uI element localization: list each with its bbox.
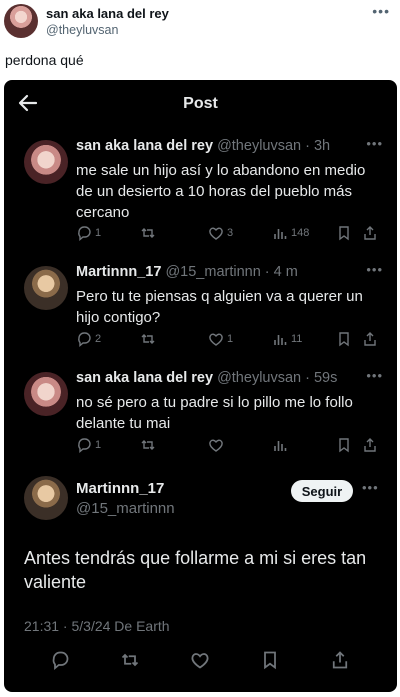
embedded-screenshot: Post san aka lana del rey @theyluvsan · … [4, 80, 397, 692]
views-button[interactable] [272, 436, 288, 454]
share-icon [332, 651, 348, 669]
reply-icon [78, 226, 91, 241]
bookmark-icon [264, 651, 276, 670]
repost-button[interactable] [120, 650, 142, 672]
avatar[interactable] [4, 4, 38, 38]
share-icon [364, 226, 376, 240]
display-name[interactable]: san aka lana del rey [46, 6, 169, 21]
page-title: Post [183, 95, 218, 112]
share-button[interactable] [362, 330, 378, 348]
bar-chart-icon [274, 441, 287, 451]
display-name[interactable]: Martinnn_17 [76, 264, 161, 280]
avatar[interactable] [24, 140, 68, 184]
display-name[interactable]: san aka lana del rey [76, 370, 213, 386]
tweet-actions [4, 650, 397, 674]
reply-icon [52, 651, 69, 670]
display-name[interactable]: Martinnn_17 [76, 480, 164, 497]
post-top-bar: Post [4, 80, 397, 128]
heart-icon [209, 439, 223, 452]
share-button[interactable] [362, 224, 378, 242]
like-count: 3 [227, 227, 234, 239]
like-button[interactable] [208, 436, 224, 454]
view-count: 148 [291, 227, 310, 239]
more-options-icon[interactable]: ••• [366, 136, 383, 151]
reply-count: 1 [95, 227, 102, 239]
tweet-timestamp: 21:31 · 5/3/24 De Earth [24, 618, 170, 634]
tweet-text: no sé pero a tu padre si lo pillo me lo … [76, 394, 353, 432]
user-handle[interactable]: @15_martinnn [76, 500, 175, 517]
bookmark-button[interactable] [336, 436, 352, 454]
bookmark-button[interactable] [260, 650, 282, 672]
repost-icon [141, 334, 155, 344]
like-count: 1 [227, 333, 234, 345]
avatar[interactable] [24, 372, 68, 416]
tweet-text: Antes tendrás que follarme a mi si eres … [24, 548, 367, 592]
bookmark-button[interactable] [336, 330, 352, 348]
share-icon [364, 438, 376, 452]
like-button[interactable]: 3 [208, 224, 233, 242]
reply-count: 2 [95, 333, 102, 345]
repost-icon [121, 653, 139, 667]
bar-chart-icon [274, 335, 287, 345]
tweet-actions: 1 [76, 436, 386, 456]
share-button[interactable] [362, 436, 378, 454]
heart-icon [209, 227, 223, 240]
tweet-actions: 2 1 11 [76, 330, 386, 350]
user-handle[interactable]: @15_martinnn · 4 m [165, 264, 297, 280]
tweet-header: Martinnn_17 @15_martinnn · 4 m [76, 264, 298, 280]
user-handle[interactable]: @theyluvsan [46, 23, 118, 37]
repost-icon [141, 228, 155, 238]
user-handle[interactable]: @theyluvsan · 59s [217, 370, 337, 386]
more-options-icon[interactable]: ••• [372, 3, 390, 19]
views-button[interactable]: 148 [272, 224, 309, 242]
heart-icon [191, 653, 209, 669]
outer-tweet-header: san aka lana del rey @theyluvsan ••• [0, 0, 400, 44]
reply-button[interactable] [50, 650, 72, 672]
bookmark-icon [339, 226, 349, 241]
tweet-actions: 1 3 148 [76, 224, 386, 244]
reply-button[interactable]: 2 [76, 330, 101, 348]
more-options-icon[interactable]: ••• [366, 368, 383, 383]
more-options-icon[interactable]: ••• [362, 480, 379, 495]
like-button[interactable]: 1 [208, 330, 233, 348]
user-handle[interactable]: @theyluvsan · 3h [217, 138, 330, 154]
like-button[interactable] [190, 650, 212, 672]
tweet-text: me sale un hijo así y lo abandono en med… [76, 162, 366, 221]
heart-icon [209, 333, 223, 346]
view-count: 11 [291, 333, 303, 345]
repost-button[interactable] [140, 436, 156, 454]
bookmark-icon [339, 438, 349, 453]
follow-button[interactable]: Seguir [291, 480, 353, 502]
tweet-header: san aka lana del rey @theyluvsan · 59s [76, 370, 337, 386]
tweet-header: san aka lana del rey @theyluvsan · 3h [76, 138, 330, 154]
reply-button[interactable]: 1 [76, 436, 101, 454]
avatar[interactable] [24, 266, 68, 310]
bookmark-icon [339, 332, 349, 347]
reply-count: 1 [95, 439, 102, 451]
repost-button[interactable] [140, 224, 159, 242]
views-button[interactable]: 11 [272, 330, 302, 348]
more-options-icon[interactable]: ••• [366, 262, 383, 277]
share-icon [364, 332, 376, 346]
display-name[interactable]: san aka lana del rey [76, 138, 213, 154]
repost-icon [141, 440, 155, 450]
reply-icon [78, 438, 91, 453]
bar-chart-icon [274, 229, 287, 239]
avatar[interactable] [24, 476, 68, 520]
tweet-text: Pero tu te piensas q alguien va a querer… [76, 288, 363, 326]
share-button[interactable] [330, 650, 352, 672]
repost-button[interactable] [140, 330, 159, 348]
reply-icon [78, 332, 91, 347]
tweet-text: perdona qué [5, 52, 84, 68]
reply-button[interactable]: 1 [76, 224, 101, 242]
bookmark-button[interactable] [336, 224, 352, 242]
